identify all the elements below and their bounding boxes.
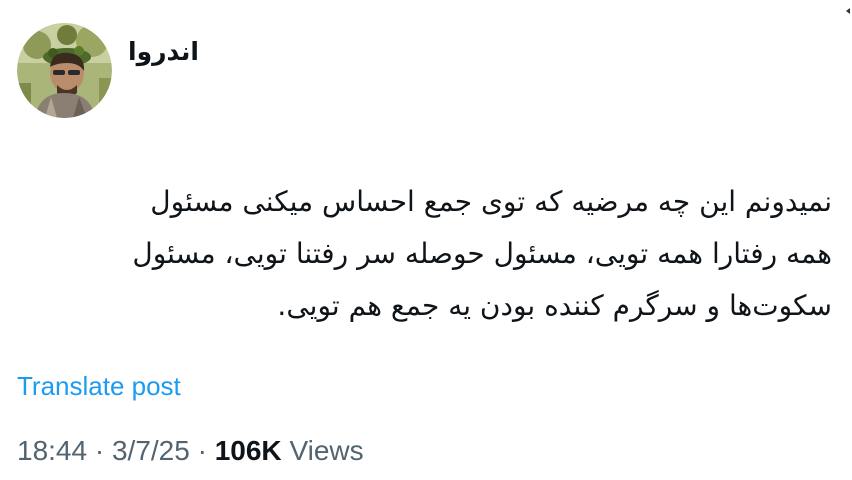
post-time[interactable]: 18:44 xyxy=(17,435,87,466)
translate-post-link[interactable]: Translate post xyxy=(17,369,181,403)
meta-separator: · xyxy=(197,435,207,466)
post-meta: 18:44 · 3/7/25 · 106K Views xyxy=(17,433,364,469)
post-text-line: نمیدونم این چه مرضیه که توی جمع احساس می… xyxy=(150,185,832,218)
post-text-line: همه رفتارا همه تویی، مسئول حوصله سر رفتن… xyxy=(132,237,832,270)
views-count[interactable]: 106K xyxy=(215,435,282,466)
post-text: نمیدونم این چه مرضیه که توی جمع احساس می… xyxy=(20,176,832,332)
caret-left-icon xyxy=(846,8,850,14)
avatar[interactable] xyxy=(17,23,112,118)
author-name[interactable]: اندروا xyxy=(128,34,199,70)
meta-separator: · xyxy=(94,435,105,466)
avatar-photo xyxy=(17,23,112,118)
views-label: Views xyxy=(289,435,364,466)
post-date[interactable]: 3/7/25 xyxy=(112,435,190,466)
post-text-line: سکوت‌ها و سرگرم کننده بودن یه جمع هم توی… xyxy=(277,289,832,322)
tweet-detail: اندروا نمیدونم این چه مرضیه که توی جمع ا… xyxy=(0,0,852,480)
